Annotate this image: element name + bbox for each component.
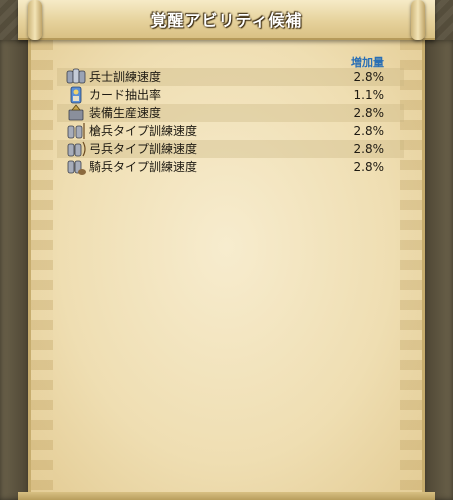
table-row: 兵士訓練速度 2.8% — [57, 68, 404, 86]
ability-value: 2.8% — [353, 124, 385, 138]
table-row: 弓兵タイプ訓練速度 2.8% — [57, 140, 404, 158]
table-row: 槍兵タイプ訓練速度 2.8% — [57, 122, 404, 140]
knights-group-icon — [65, 68, 87, 86]
table-row: カード抽出率 1.1% — [57, 86, 404, 104]
panel-ornament-left — [31, 40, 53, 500]
ability-value: 1.1% — [353, 88, 385, 102]
table-row: 騎兵タイプ訓練速度 2.8% — [57, 158, 404, 176]
scroll-bottom-edge — [18, 492, 435, 500]
ability-value: 2.8% — [353, 106, 385, 120]
ability-name: カード抽出率 — [89, 88, 162, 102]
ability-value: 2.8% — [353, 160, 385, 174]
equipment-production-icon — [65, 104, 87, 122]
ability-name: 兵士訓練速度 — [89, 70, 162, 84]
window-title: 覚醒アビリティ候補 — [150, 11, 303, 30]
ability-value: 2.8% — [353, 142, 385, 156]
archer-group-icon — [65, 140, 87, 158]
ability-name: 槍兵タイプ訓練速度 — [89, 124, 198, 138]
cavalry-group-icon — [65, 158, 87, 176]
table-header: 増加量 — [57, 54, 404, 69]
ability-name: 騎兵タイプ訓練速度 — [89, 160, 198, 174]
ability-list: 兵士訓練速度 2.8% カード抽出率 1.1% 装備生産速度 2.8% 槍兵タイ… — [57, 68, 404, 176]
ability-value: 2.8% — [353, 70, 385, 84]
right-frame-border — [423, 40, 453, 500]
spearman-group-icon — [65, 122, 87, 140]
ability-name: 装備生産速度 — [89, 106, 162, 120]
ability-name: 弓兵タイプ訓練速度 — [89, 142, 198, 156]
table-row: 装備生産速度 2.8% — [57, 104, 404, 122]
card-draw-icon — [65, 86, 87, 104]
left-frame-border — [0, 40, 30, 500]
title-banner: 覚醒アビリティ候補 — [18, 0, 435, 40]
ability-panel: 増加量 兵士訓練速度 2.8% カード抽出率 1.1% 装備生産速度 2.8% … — [28, 40, 425, 500]
